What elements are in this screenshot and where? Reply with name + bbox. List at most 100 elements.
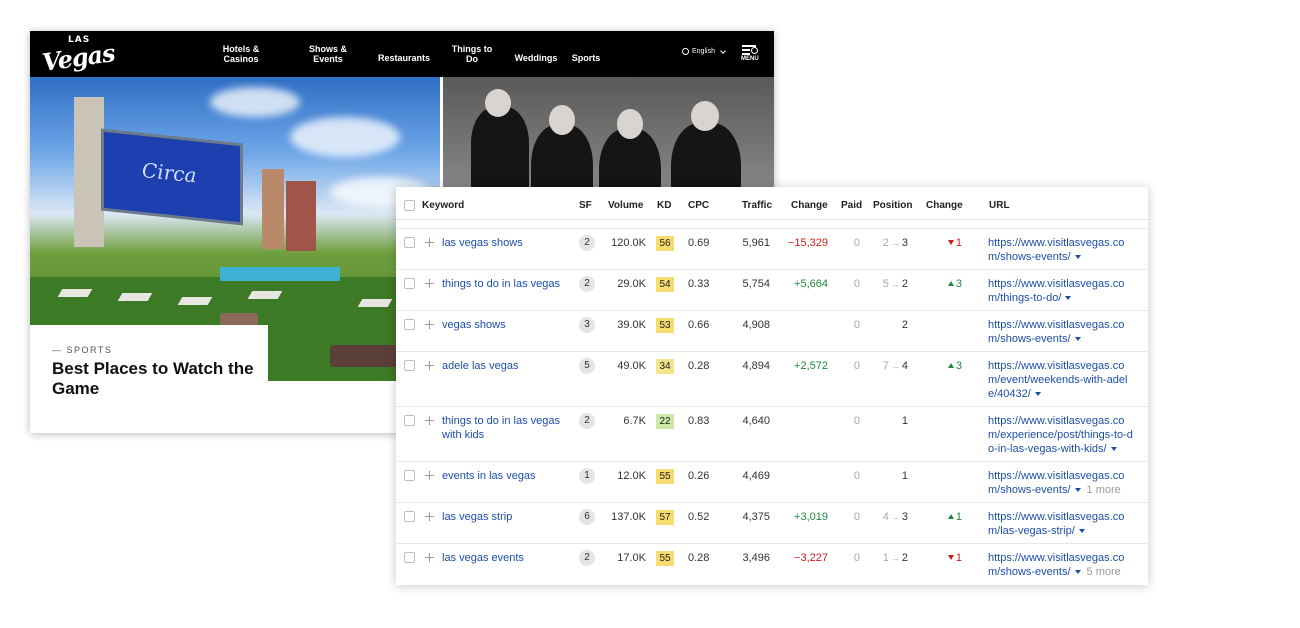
serp-features-badge[interactable]: 2	[579, 550, 595, 566]
row-checkbox[interactable]	[404, 415, 415, 426]
url-link[interactable]: https://www.visitlasvegas.co m/shows-even…	[988, 318, 1144, 346]
triangle-down-icon	[947, 555, 954, 560]
nav-label: Do	[466, 54, 478, 64]
col-kd[interactable]: KD	[657, 200, 671, 211]
keyword-link[interactable]: things to do in las vegas with kids	[442, 414, 572, 442]
keyword-link[interactable]: events in las vegas	[442, 469, 572, 483]
row-checkbox[interactable]	[404, 237, 415, 248]
row-checkbox[interactable]	[404, 470, 415, 481]
col-volume[interactable]: Volume	[608, 200, 643, 211]
add-keyword-icon[interactable]	[425, 361, 434, 370]
table-row[interactable]: las vegas strip 6 137.0K 57 0.52 4,375 +3,019 0…	[396, 502, 1148, 543]
caret-down-icon[interactable]	[1074, 488, 1081, 492]
col-keyword[interactable]: Keyword	[422, 200, 464, 211]
url-link[interactable]: https://www.visitlasvegas.co m/las-vegas-…	[988, 510, 1144, 538]
row-checkbox[interactable]	[404, 360, 415, 371]
serp-features-badge[interactable]: 1	[579, 468, 595, 484]
caret-down-icon[interactable]	[1078, 529, 1085, 533]
keyword-link[interactable]: vegas shows	[442, 318, 572, 332]
table-row[interactable]: things to do in las vegas 2 29.0K 54 0.33 5,7…	[396, 269, 1148, 310]
keyword-link[interactable]: las vegas events	[442, 551, 572, 565]
menu-button[interactable]: MENU	[741, 43, 763, 65]
table-row[interactable]: las vegas events 2 17.0K 55 0.28 3,496 −3,227 0…	[396, 543, 1148, 584]
kd-badge: 55	[656, 469, 674, 484]
position-change-value: 3	[955, 360, 962, 372]
las-vegas-logo[interactable]: LAS Vegas	[40, 35, 116, 77]
nav-things-to-do[interactable]: Things to Do	[447, 44, 497, 64]
serp-features-badge[interactable]: 2	[579, 276, 595, 292]
keyword-link[interactable]: las vegas shows	[442, 236, 572, 250]
url-link[interactable]: https://www.visitlasvegas.co m/shows-even…	[988, 236, 1144, 264]
table-row[interactable]: vegas shows 3 39.0K 53 0.66 4,908 0 2 https://ww…	[396, 310, 1148, 351]
caret-down-icon[interactable]	[1074, 337, 1081, 341]
url-link[interactable]: https://www.visitlasvegas.co m/shows-even…	[988, 469, 1144, 497]
row-checkbox[interactable]	[404, 278, 415, 289]
keyword-text: with kids	[442, 429, 485, 441]
keyword-link[interactable]: things to do in las vegas	[442, 277, 572, 291]
nav-weddings[interactable]: Weddings	[511, 53, 561, 63]
caret-down-icon[interactable]	[1074, 570, 1081, 574]
caret-down-icon[interactable]	[1034, 392, 1041, 396]
add-keyword-icon[interactable]	[425, 279, 434, 288]
traffic-value: 4,469	[742, 470, 770, 482]
url-link[interactable]: https://www.visitlasvegas.co m/shows-even…	[988, 551, 1144, 579]
col-change[interactable]: Change	[791, 200, 828, 211]
triangle-down-icon	[947, 240, 954, 245]
table-row[interactable]: las vegas shows 2 120.0K 56 0.69 5,961 −15,329…	[396, 228, 1148, 269]
nav-restaurants[interactable]: Restaurants	[375, 53, 433, 63]
row-checkbox[interactable]	[404, 552, 415, 563]
col-position-change[interactable]: Change	[926, 200, 963, 211]
serp-features-badge[interactable]: 3	[579, 317, 595, 333]
url-link[interactable]: https://www.visitlasvegas.co m/experience…	[988, 414, 1144, 456]
add-keyword-icon[interactable]	[425, 553, 434, 562]
col-position[interactable]: Position	[873, 200, 912, 211]
col-cpc[interactable]: CPC	[688, 200, 709, 211]
serp-features-badge[interactable]: 2	[579, 235, 595, 251]
nav-hotels-casinos[interactable]: Hotels & Casinos	[216, 44, 266, 64]
article-caption[interactable]: — SPORTS Best Places to Watch the Game	[30, 325, 268, 433]
add-keyword-icon[interactable]	[425, 416, 434, 425]
add-keyword-icon[interactable]	[425, 471, 434, 480]
keyword-link[interactable]: adele las vegas	[442, 359, 572, 373]
person-head	[485, 89, 511, 117]
table-row[interactable]: things to do in las vegas with kids 2 6.7K 2…	[396, 406, 1148, 461]
row-checkbox[interactable]	[404, 511, 415, 522]
serp-features-badge[interactable]: 2	[579, 413, 595, 429]
keyword-link[interactable]: las vegas strip	[442, 510, 572, 524]
col-url[interactable]: URL	[989, 200, 1010, 211]
building	[286, 181, 316, 251]
row-checkbox[interactable]	[404, 319, 415, 330]
position-to: 2	[901, 319, 908, 331]
nav-sports[interactable]: Sports	[568, 53, 604, 63]
col-traffic[interactable]: Traffic	[742, 200, 772, 211]
caret-down-icon[interactable]	[1074, 255, 1081, 259]
url-link[interactable]: https://www.visitlasvegas.co m/things-to-…	[988, 277, 1144, 305]
serp-features-badge[interactable]: 5	[579, 358, 595, 374]
more-urls-link[interactable]: 1 more	[1087, 484, 1121, 496]
search-icon	[751, 47, 758, 54]
language-selector[interactable]: English	[682, 47, 726, 55]
serp-features-badge[interactable]: 6	[579, 509, 595, 525]
paid-value: 0	[853, 552, 860, 564]
add-keyword-icon[interactable]	[425, 238, 434, 247]
add-keyword-icon[interactable]	[425, 320, 434, 329]
url-text: https://www.visitlasvegas.co	[988, 360, 1125, 372]
more-urls-link[interactable]: 5 more	[1087, 566, 1121, 578]
caret-down-icon[interactable]	[1065, 296, 1072, 300]
select-all-checkbox[interactable]	[404, 200, 415, 211]
add-keyword-icon[interactable]	[425, 512, 434, 521]
caret-down-icon[interactable]	[1110, 447, 1117, 451]
table-row[interactable]: adele las vegas 5 49.0K 34 0.28 4,894 +2,572 0 7…	[396, 351, 1148, 406]
keyword-text: things to do in las vegas	[442, 415, 561, 427]
nav-shows-events[interactable]: Shows & Events	[303, 44, 353, 64]
paid-value: 0	[853, 237, 860, 249]
col-sf[interactable]: SF	[579, 200, 592, 211]
url-text: m/experience/post/things-to-d	[988, 429, 1133, 441]
article-title[interactable]: Best Places to Watch the Game	[52, 359, 262, 399]
arrow-right-icon: →	[890, 238, 900, 248]
lounge-chair	[57, 289, 93, 297]
url-link[interactable]: https://www.visitlasvegas.co m/event/week…	[988, 359, 1144, 401]
col-paid[interactable]: Paid	[841, 200, 862, 211]
table-row[interactable]: events in las vegas 1 12.0K 55 0.26 4,469 0 1 ht…	[396, 461, 1148, 502]
keyword-text: las vegas shows	[442, 237, 523, 249]
